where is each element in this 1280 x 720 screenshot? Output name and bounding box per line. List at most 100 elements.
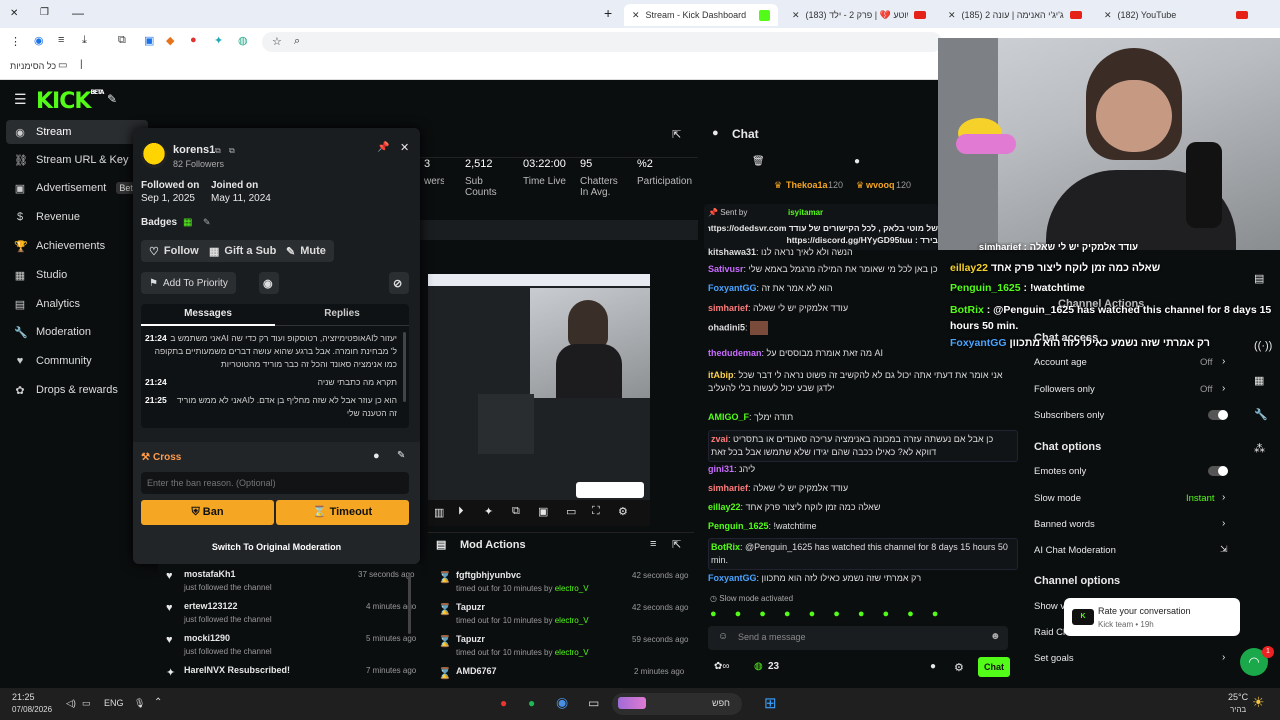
emoji-icon[interactable]: ☺ (718, 631, 728, 642)
sidebar-item-drops[interactable]: ✿ Drops & rewards (6, 378, 148, 402)
tab-replies[interactable]: Replies (275, 304, 409, 326)
chevron-up-icon[interactable]: ⌃ (154, 697, 162, 708)
windows-start-icon[interactable]: ⊞ (764, 694, 777, 712)
kick-logo[interactable]: KICKBETA (36, 89, 104, 114)
pin-icon[interactable]: ✎ (107, 92, 117, 106)
close-window-icon[interactable]: ✕ (10, 8, 18, 19)
emotes-only-toggle[interactable] (1208, 466, 1228, 476)
clock-time[interactable]: 21:25 (12, 692, 35, 702)
popout-icon[interactable]: ⇱ (672, 128, 681, 141)
chat-bubble-icon[interactable]: ● (930, 661, 936, 672)
chat-message[interactable]: BotRix: @Penguin_1625 has watched this c… (708, 538, 1018, 570)
block-button[interactable]: ⊘ (389, 272, 409, 294)
event-name[interactable]: ertew123122 (184, 601, 238, 611)
toast-notification[interactable]: K Rate your conversation Kick team • 19h (1064, 598, 1240, 636)
mute-button[interactable]: ✎ Mute (278, 240, 334, 262)
layout-icon[interactable]: ▥ (434, 506, 444, 519)
avatar[interactable] (141, 142, 167, 168)
pinned-user[interactable]: isyitamar (788, 208, 823, 217)
chat-message[interactable]: simharief: עודד אלמקיק יש לי שאלה (708, 482, 1018, 495)
pinned-text[interactable]: של מוטי בלאק , לכל הקישורים של עודד http… (708, 223, 938, 233)
sparkle-icon[interactable]: ✦ (484, 505, 493, 518)
weather-temp[interactable]: 25°C (1228, 692, 1248, 702)
download-icon[interactable]: ⤓ (82, 34, 87, 47)
message-input[interactable]: ☺ Send a message ☻ (708, 626, 1008, 650)
profile-icon[interactable]: ◉ (34, 34, 44, 47)
theater-icon[interactable]: ▭ (566, 505, 576, 518)
sidebar-item-stream-url[interactable]: ⛓ Stream URL & Key (6, 148, 148, 172)
mod-row-name[interactable]: AMD6767 (456, 666, 497, 676)
menu-dots-icon[interactable]: ⋮ (10, 35, 21, 48)
tab-youtube-3[interactable]: ✕ (183) הפשוטע 💔 | פרק 2 - ילד (784, 4, 934, 26)
chat-bubble-icon[interactable]: ● (854, 156, 860, 167)
external-link-icon[interactable]: ⧉ (229, 146, 235, 156)
gifter-name[interactable]: wvooq (866, 180, 895, 190)
spotify-icon[interactable]: ● (528, 696, 535, 710)
popout-icon[interactable]: ⇱ (672, 538, 681, 551)
pinned-link[interactable]: בירד : https://discord.gg/HYyGD95tuu (708, 235, 939, 245)
chat-message[interactable]: itAbip: אני אומר את דעתי אתה יכול גם לא … (708, 369, 1018, 395)
eye-button[interactable]: ◉ (259, 272, 279, 294)
sidebar-item-community[interactable]: ♥ Community (6, 349, 148, 373)
chevron-right-icon[interactable]: › (1222, 652, 1225, 663)
chat-message[interactable]: zvai: כן אבל אם נעשתה עזרה במכונה באנימצ… (708, 430, 1018, 462)
sidebar-item-achievements[interactable]: 🏆 Achievements (6, 234, 148, 258)
event-name[interactable]: HarelNVX Resubscribed! (184, 665, 290, 675)
switch-moderation-button[interactable]: Switch To Original Moderation (133, 535, 420, 559)
star-icon[interactable]: ☆ (272, 35, 282, 48)
chat-message[interactable]: FoxyantGG: רק אמרתי שזה נשמע כאילו לזה ה… (708, 572, 1018, 585)
circle-icon[interactable]: ● (373, 450, 380, 462)
community-icon[interactable]: ⁂ (1254, 442, 1265, 455)
extension-icon[interactable]: ✦ (214, 34, 223, 47)
mod-row-name[interactable]: Tapuzr (456, 634, 485, 644)
follow-button[interactable]: ♡ Follow (141, 240, 207, 262)
sidebar-item-advertisement[interactable]: ▣ Advertisement Bet (6, 176, 148, 200)
scrollbar[interactable] (408, 574, 411, 634)
extension-icon[interactable]: ▣ (144, 34, 154, 47)
sidebar-item-analytics[interactable]: ▤ Analytics (6, 292, 148, 316)
new-tab-icon[interactable]: + (604, 5, 612, 21)
chat-message[interactable]: eillay22: שאלה כמה זמן לוקח ליצור פרק אח… (708, 501, 1018, 514)
edit-icon[interactable]: ✎ (203, 217, 211, 228)
tab-messages[interactable]: Messages (141, 304, 275, 326)
pin-icon[interactable]: 📌 (377, 142, 389, 153)
external-link-icon[interactable]: ⇲ (1220, 544, 1228, 555)
fullscreen-icon[interactable]: ⛶ (592, 505, 600, 518)
reading-list-icon[interactable]: ≡ (58, 34, 64, 46)
chat-send-button[interactable]: Chat (978, 657, 1010, 677)
sidebar-item-moderation[interactable]: 🔧 Moderation (6, 320, 148, 344)
mod-row-name[interactable]: fgftgbhjyunbvc (456, 570, 521, 580)
slow-mode-value[interactable]: Instant (1186, 493, 1215, 504)
chevron-right-icon[interactable]: › (1222, 492, 1225, 503)
show-viewers-label[interactable]: Show v (1034, 601, 1065, 612)
tab-youtube-1[interactable]: ✕ (182) YouTube (1096, 4, 1256, 26)
edit-icon[interactable]: ✎ (397, 450, 405, 461)
file-explorer-icon[interactable]: ▭ (588, 696, 599, 710)
account-age-value[interactable]: Off (1200, 357, 1213, 368)
close-icon[interactable]: ✕ (948, 10, 956, 21)
chat-message[interactable]: gini31: ליהנ (708, 463, 1018, 476)
settings-icon[interactable]: ⚙ (618, 505, 628, 518)
ban-button[interactable]: ⛨ Ban (141, 500, 274, 525)
gifter-name[interactable]: Thekoa1a (786, 180, 828, 190)
extension-icon[interactable]: ◍ (238, 34, 248, 47)
extensions-icon[interactable]: ⧉ (118, 34, 126, 47)
emote-bar[interactable]: ●●●●●●●●●● (710, 608, 1020, 622)
close-icon[interactable]: ✕ (632, 10, 640, 21)
sidebar-item-revenue[interactable]: $ Revenue (6, 205, 148, 229)
gift-icon[interactable]: ✿∞ (714, 661, 730, 672)
network-icon[interactable]: ▭ (82, 698, 91, 709)
tab-youtube-2[interactable]: ✕ (185) רונן ג'יג'י האנימה | עונה 2 (940, 4, 1090, 26)
trash-icon[interactable]: 🗑 (752, 156, 765, 167)
ai-moderation-label[interactable]: AI Chat Moderation (1034, 545, 1116, 556)
followers-only-value[interactable]: Off (1200, 384, 1213, 395)
scrollbar[interactable] (403, 332, 406, 402)
close-icon[interactable]: ✕ (792, 10, 800, 21)
sidebar-item-studio[interactable]: ▦ Studio (6, 263, 148, 287)
chat-message[interactable]: Penguin_1625: !watchtime (708, 520, 1018, 533)
mod-row-name[interactable]: Tapuzr (456, 602, 485, 612)
bookmarks-label[interactable]: כל הסימניות (10, 61, 56, 71)
play-icon[interactable]: ⏵ (458, 505, 464, 518)
clipboard-icon[interactable]: ▤ (1254, 272, 1264, 285)
search-icon[interactable]: ⌕ (294, 35, 300, 48)
